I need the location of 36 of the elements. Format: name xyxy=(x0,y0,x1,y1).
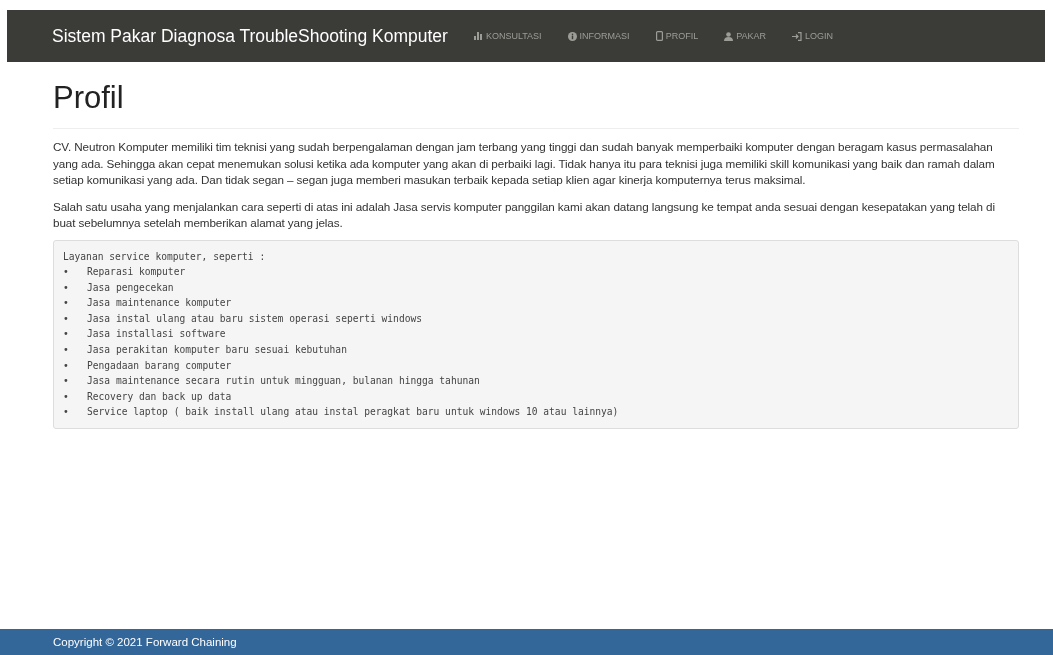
list-item: Reparasi komputer xyxy=(87,265,186,280)
user-icon xyxy=(724,31,734,41)
list-item: Service laptop ( baik install ulang atau instal peragkat baru untuk windows 10 atau lainnya) xyxy=(87,405,619,420)
list-item: Jasa instal ulang atau baru sistem operasi seperti windows xyxy=(87,311,422,326)
list-item: Jasa pengecekan xyxy=(87,280,174,295)
nav-link[interactable]: LOGIN xyxy=(792,31,833,41)
list-item: Jasa maintenance secara rutin untuk mingguan, bulanan hingga tahunan xyxy=(87,374,480,389)
phone-icon xyxy=(655,31,663,41)
copyright-text: Copyright © 2021 Forward Chaining xyxy=(53,636,237,648)
list-item: Pengadaan barang computer xyxy=(87,358,232,373)
nav-link[interactable]: INFORMASI xyxy=(567,31,630,41)
paragraph: Salah satu usaha yang menjalankan cara seperti di atas ini adalah Jasa servis komputer panggilan kami akan datang langsung ke tempat anda sesuai dengan kesepatakan yang telah di buat sebelumnya setelah memberikan alamat yang jelas. xyxy=(53,198,996,231)
info-icon xyxy=(567,31,577,41)
list-item: Recovery dan back up data xyxy=(87,389,232,404)
nav-link[interactable]: PAKAR xyxy=(724,31,766,41)
nav-link[interactable]: PROFIL xyxy=(655,31,699,41)
paragraph: CV. Neutron Komputer memiliki tim teknisi yang sudah berpengalaman dengan jam terbang yang tinggi dan sudah banyak memperbaiki komputer dengan beragam kasus permasalahan yang ada. Sehingga akan cepat menemukan solusi ketika ada komputer yang akan di perbaiki lagi. Tidak hanya itu para teknisi juga memiliki skill komunikasi yang baik dan ramah dalam setiap komunikasi yang ada. Dan tidak segan – segan juga memberi masukan terbaik kepada setiap klien agar kinerja komputernya terus maksimal. xyxy=(53,139,996,188)
bullet: • xyxy=(63,343,70,358)
list-item: Jasa perakitan komputer baru sesuai kebutuhan xyxy=(87,343,347,358)
bar-chart-icon xyxy=(473,32,483,40)
bullet: • xyxy=(63,358,70,373)
nav-link[interactable]: KONSULTASI xyxy=(473,31,542,41)
bullet: • xyxy=(63,389,70,404)
bullet: • xyxy=(63,296,70,311)
brand-title[interactable]: Sistem Pakar Diagnosa TroubleShooting Komputer xyxy=(52,25,448,47)
bullet: • xyxy=(63,280,70,295)
bullet: • xyxy=(63,374,70,389)
bullet: • xyxy=(63,265,70,280)
bullet: • xyxy=(63,311,70,326)
bullet: • xyxy=(63,327,70,342)
login-icon xyxy=(792,31,802,41)
bullet: • xyxy=(63,405,70,420)
list-heading: Layanan service komputer, seperti : xyxy=(63,249,267,264)
list-item: Jasa installasi software xyxy=(87,327,226,342)
page-title: Profil xyxy=(53,80,1019,129)
list-item: Jasa maintenance komputer xyxy=(87,296,232,311)
